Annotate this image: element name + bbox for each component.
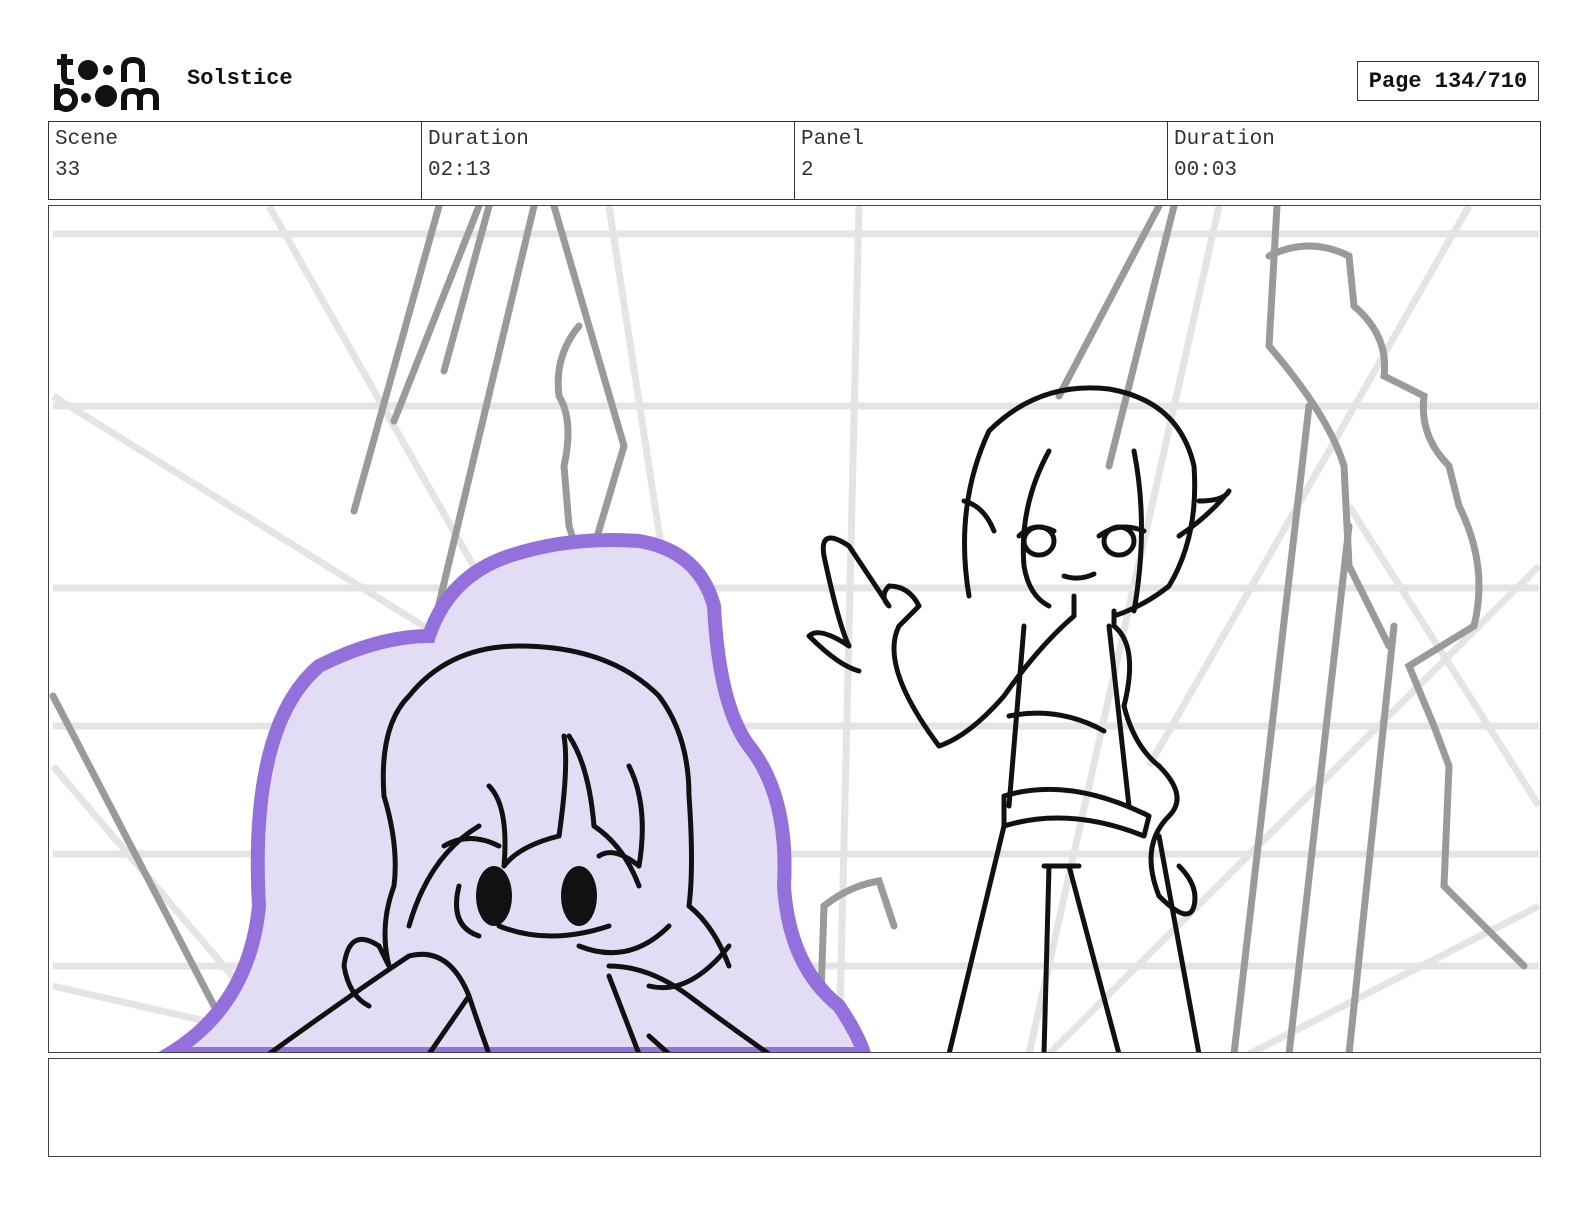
panel-duration-value: 00:03 — [1174, 159, 1238, 182]
scene-cell: Scene 33 — [49, 122, 422, 199]
panel-duration-label: Duration — [1174, 128, 1275, 151]
scene-duration-value: 02:13 — [428, 159, 492, 182]
scene-duration-label: Duration — [428, 128, 529, 151]
page-indicator: Page 134/710 — [1357, 61, 1539, 101]
scene-value: 33 — [55, 159, 81, 182]
foreground-character-right-eye — [561, 866, 597, 926]
panel-notes-box[interactable] — [48, 1058, 1541, 1157]
storyboard-panel — [48, 205, 1541, 1053]
panel-value: 2 — [801, 159, 814, 182]
scene-info-table: Scene 33 Duration 02:13 Panel 2 Duration… — [48, 121, 1541, 200]
panel-label: Panel — [801, 128, 865, 151]
toon-boom-logo-icon — [54, 54, 159, 112]
scene-label: Scene — [55, 128, 119, 151]
standing-character — [806, 385, 1232, 1052]
storyboard-sketch-image — [49, 206, 1540, 1052]
panel-duration-cell: Duration 00:03 — [1168, 122, 1540, 199]
foreground-character-left-eye — [476, 866, 512, 926]
scene-duration-cell: Duration 02:13 — [422, 122, 795, 199]
panel-cell: Panel 2 — [795, 122, 1168, 199]
aura-shape — [158, 533, 871, 1052]
project-title: Solstice — [187, 66, 293, 91]
